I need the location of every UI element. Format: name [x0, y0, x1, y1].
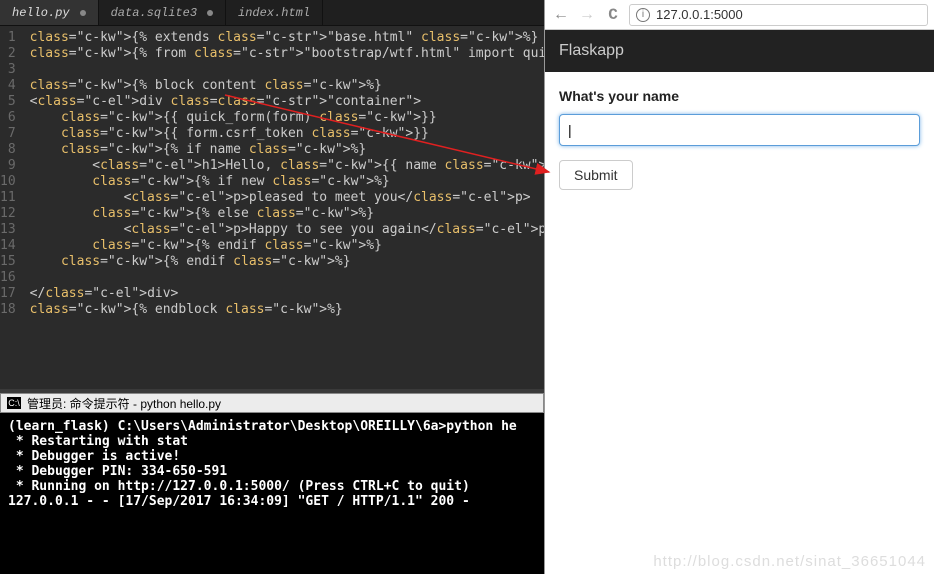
tab-label: index.html [238, 6, 310, 20]
app-navbar: Flaskapp [545, 30, 934, 72]
line-number-gutter: 123456789101112131415161718 [0, 26, 24, 389]
editor-tab-strip: hello.py data.sqlite3 index.html [0, 0, 544, 26]
page-content: What's your name Submit [545, 72, 934, 206]
tab-data-sqlite3[interactable]: data.sqlite3 [99, 0, 226, 25]
terminal-window: C:\ 管理员: 命令提示符 - python hello.py (learn_… [0, 389, 544, 574]
cmd-icon: C:\ [7, 397, 21, 409]
back-button[interactable]: ← [551, 6, 571, 24]
tab-close-dot-icon[interactable] [80, 10, 86, 16]
brand-title: Flaskapp [559, 42, 624, 59]
site-info-icon[interactable]: i [636, 8, 650, 22]
address-bar[interactable]: i 127.0.0.1:5000 [629, 4, 928, 26]
watermark-text: http://blog.csdn.net/sinat_36651044 [653, 553, 926, 570]
tab-close-dot-icon[interactable] [207, 10, 213, 16]
browser-toolbar: ← → C i 127.0.0.1:5000 [545, 0, 934, 30]
name-input[interactable] [559, 114, 920, 146]
address-text: 127.0.0.1:5000 [656, 7, 743, 22]
browser-window: ← → C i 127.0.0.1:5000 Flaskapp What's y… [545, 0, 934, 574]
terminal-output[interactable]: (learn_flask) C:\Users\Administrator\Des… [0, 413, 544, 515]
code-editor: hello.py data.sqlite3 index.html 1234567… [0, 0, 544, 389]
code-content[interactable]: class="c-kw">{% extends class="c-str">"b… [24, 26, 544, 389]
tab-index-html[interactable]: index.html [226, 0, 323, 25]
name-label: What's your name [559, 88, 679, 104]
terminal-title-text: 管理员: 命令提示符 - python hello.py [27, 395, 221, 412]
tab-hello-py[interactable]: hello.py [0, 0, 99, 25]
submit-button[interactable]: Submit [559, 160, 633, 190]
forward-button[interactable]: → [577, 6, 597, 24]
tab-label: hello.py [12, 6, 70, 20]
tab-label: data.sqlite3 [111, 6, 197, 20]
terminal-titlebar[interactable]: C:\ 管理员: 命令提示符 - python hello.py [0, 393, 544, 413]
reload-button[interactable]: C [603, 6, 623, 24]
